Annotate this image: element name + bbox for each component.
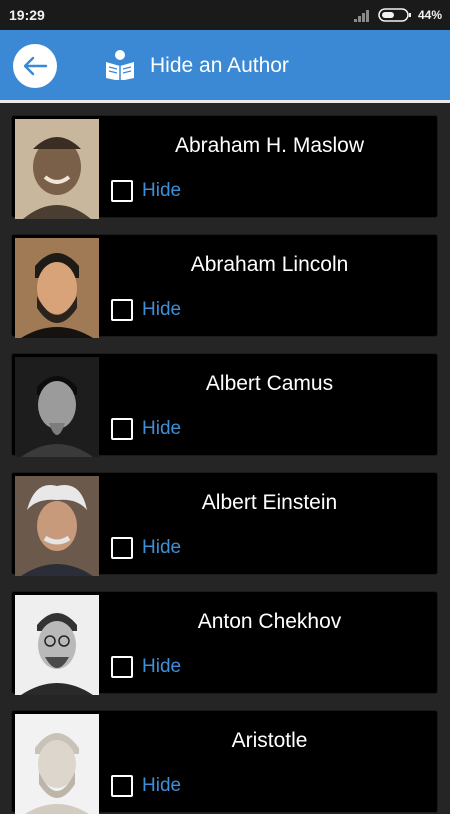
hide-toggle[interactable]: Hide bbox=[111, 298, 181, 322]
author-name: Anton Chekhov bbox=[197, 610, 342, 633]
hide-toggle[interactable]: Hide bbox=[111, 774, 181, 798]
reader-book-icon bbox=[106, 50, 134, 80]
hide-checkbox[interactable] bbox=[111, 299, 133, 321]
hide-checkbox[interactable] bbox=[111, 656, 133, 678]
arrow-left-icon bbox=[23, 56, 48, 76]
author-card: Albert Einstein Hide bbox=[11, 472, 438, 576]
status-time: 19:29 bbox=[9, 7, 45, 23]
hide-checkbox[interactable] bbox=[111, 418, 133, 440]
author-name: Abraham Lincoln bbox=[190, 253, 349, 276]
author-card: Abraham Lincoln Hide bbox=[11, 234, 438, 338]
app-bar-divider bbox=[0, 100, 450, 103]
status-bar: 19:29 44% bbox=[0, 0, 450, 30]
hide-toggle[interactable]: Hide bbox=[111, 179, 181, 203]
author-photo bbox=[15, 476, 99, 576]
hide-toggle[interactable]: Hide bbox=[111, 536, 181, 560]
author-name: Abraham H. Maslow bbox=[174, 134, 365, 157]
hide-checkbox[interactable] bbox=[111, 180, 133, 202]
battery-icon bbox=[378, 8, 411, 22]
author-photo bbox=[15, 714, 99, 814]
status-icons: 44% bbox=[353, 6, 442, 24]
author-name: Albert Camus bbox=[205, 372, 334, 395]
author-photo bbox=[15, 357, 99, 457]
hide-toggle[interactable]: Hide bbox=[111, 417, 181, 441]
back-button[interactable] bbox=[13, 44, 57, 88]
hide-label: Hide bbox=[142, 537, 182, 558]
author-photo bbox=[15, 595, 99, 695]
author-card: Albert Camus Hide bbox=[11, 353, 438, 457]
author-photo bbox=[15, 238, 99, 338]
author-name: Aristotle bbox=[231, 729, 308, 752]
app-bar: Hide an Author bbox=[0, 30, 450, 100]
hide-checkbox[interactable] bbox=[111, 537, 133, 559]
author-photo bbox=[15, 119, 99, 219]
hide-label: Hide bbox=[142, 418, 182, 439]
author-name: Albert Einstein bbox=[201, 491, 338, 514]
author-card: Anton Chekhov Hide bbox=[11, 591, 438, 695]
battery-percent: 44% bbox=[417, 8, 442, 22]
signal-icon bbox=[353, 10, 369, 22]
hide-label: Hide bbox=[142, 299, 182, 320]
hide-label: Hide bbox=[142, 775, 182, 796]
hide-checkbox[interactable] bbox=[111, 775, 133, 797]
page-title: Hide an Author bbox=[150, 54, 289, 77]
author-card: Abraham H. Maslow Hide bbox=[11, 115, 438, 219]
author-card: Aristotle Hide bbox=[11, 710, 438, 814]
hide-label: Hide bbox=[142, 656, 182, 677]
hide-toggle[interactable]: Hide bbox=[111, 655, 181, 679]
hide-label: Hide bbox=[142, 180, 182, 201]
